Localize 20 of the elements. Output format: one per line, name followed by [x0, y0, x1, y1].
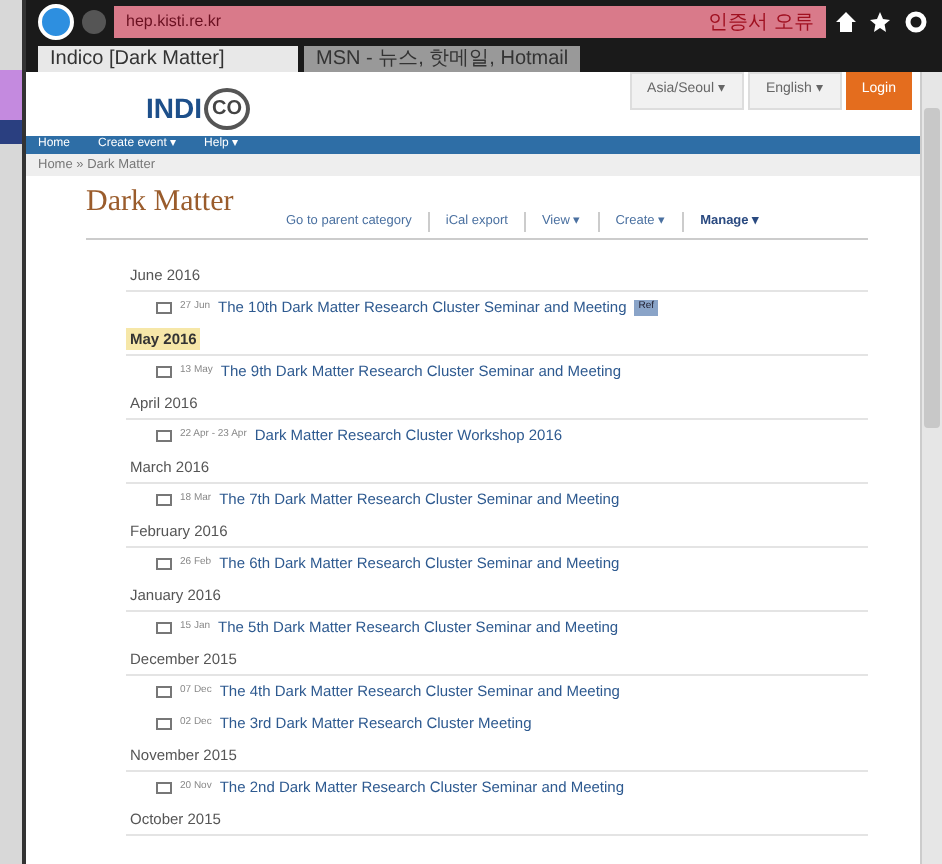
- back-button[interactable]: [38, 4, 74, 40]
- star-icon[interactable]: [870, 12, 890, 32]
- calendar-icon: [156, 429, 172, 442]
- calendar-icon: [156, 621, 172, 634]
- browser-tab[interactable]: Indico [Dark Matter]: [38, 46, 298, 72]
- browser-tab[interactable]: MSN - 뉴스, 핫메일, Hotmail: [304, 46, 581, 72]
- address-bar[interactable]: hep.kisti.re.kr 인증서 오류: [114, 6, 826, 38]
- home-icon[interactable]: [836, 12, 856, 32]
- calendar-icon: [156, 301, 172, 314]
- scrollbar[interactable]: [920, 72, 942, 864]
- logo[interactable]: INDI: [146, 88, 202, 130]
- calendar-icon: [156, 557, 172, 570]
- calendar-icon: [156, 781, 172, 794]
- calendar-icon: [156, 717, 172, 730]
- settings-icon[interactable]: [905, 11, 927, 33]
- calendar-icon: [156, 685, 172, 698]
- logo-mark: CO: [204, 88, 250, 130]
- calendar-icon: [156, 493, 172, 506]
- calendar-icon: [156, 365, 172, 378]
- category-title: Dark Matter: [86, 188, 236, 220]
